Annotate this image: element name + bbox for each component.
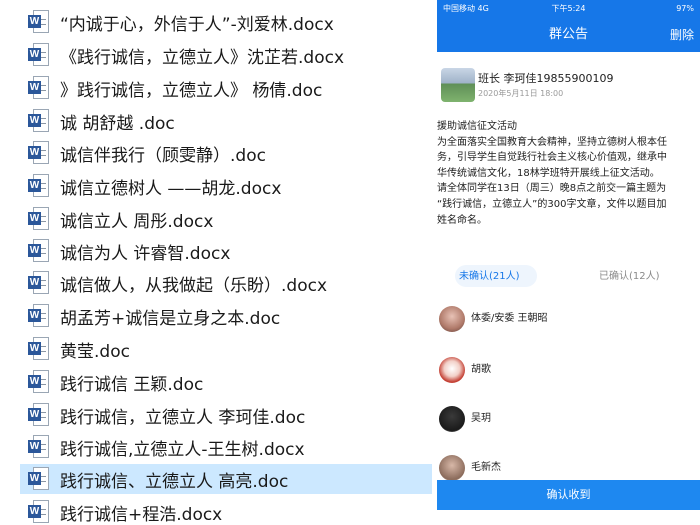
- file-list-pane: W “内诚于心，外信于人”-刘爱林.docx W 《践行诚信，立德立人》沈芷若.doc…: [0, 0, 434, 525]
- file-name: 践行诚信,立德立人-王生树.docx: [60, 439, 305, 460]
- avatar: [439, 406, 465, 432]
- word-document-icon: W: [28, 43, 50, 67]
- word-document-icon: W: [28, 304, 50, 328]
- status-time: 下午5:24: [551, 4, 586, 13]
- file-row[interactable]: W 践行诚信，立德立人 李珂佳.doc: [20, 400, 432, 430]
- word-document-icon: W: [28, 76, 50, 100]
- member-row[interactable]: 体委/安委 王朝昭: [437, 305, 700, 335]
- file-row[interactable]: W 诚信立德树人 ——胡龙.docx: [20, 171, 432, 201]
- announcement-line: 请全体同学在13日（周三）晚8点之前交一篇主题为: [437, 183, 667, 195]
- phone-screen: 中国移动 4G 下午5:24 97% 群公告 删除 班长 李珂佳19855900…: [437, 0, 700, 525]
- member-name: 毛新杰: [471, 462, 501, 473]
- file-row[interactable]: W “内诚于心，外信于人”-刘爱林.docx: [20, 7, 432, 37]
- file-name: 践行诚信、立德立人 高亮.doc: [60, 471, 289, 492]
- word-document-icon: W: [28, 435, 50, 459]
- avatar: [439, 357, 465, 383]
- word-document-icon: W: [28, 174, 50, 198]
- announcement-line: 务，引导学生自觉践行社会主义核心价值观，继承中: [437, 152, 667, 164]
- announcement-line: 华传统诚信文化，18林学班特开展线上征文活动。: [437, 167, 660, 179]
- post-date: 2020年5月11日 18:00: [478, 89, 564, 98]
- member-name: 胡歌: [471, 364, 491, 375]
- status-bar: 中国移动 4G 下午5:24 97%: [437, 0, 700, 18]
- battery-label: 97%: [676, 4, 694, 13]
- word-document-icon: W: [28, 500, 50, 524]
- file-row[interactable]: W 践行诚信,立德立人-王生树.docx: [20, 432, 432, 462]
- avatar: [439, 306, 465, 332]
- file-row[interactable]: W 践行诚信+程浩.docx: [20, 497, 432, 525]
- file-name: 践行诚信 王颖.doc: [60, 374, 204, 395]
- announcement-body: 援助诚信征文活动为全面落实全国教育大会精神，坚持立德树人根本任 务，引导学生自觉践…: [437, 119, 700, 228]
- word-document-icon: W: [28, 207, 50, 231]
- file-row[interactable]: W 践行诚信、立德立人 高亮.doc: [20, 464, 432, 494]
- file-name: 践行诚信+程浩.docx: [60, 504, 223, 525]
- tab-unconfirmed[interactable]: 未确认(21人): [459, 263, 520, 291]
- confirm-tabs: 未确认(21人) 已确认(12人): [437, 263, 700, 291]
- file-name: 诚信伴我行（顾雯静）.doc: [60, 145, 266, 166]
- author-name: 班长 李珂佳19855900109: [478, 72, 614, 85]
- file-name: 黄莹.doc: [60, 341, 130, 362]
- word-document-icon: W: [28, 141, 50, 165]
- file-name: “内诚于心，外信于人”-刘爱林.docx: [60, 14, 334, 35]
- file-name: 诚信做人，从我做起（乐盼）.docx: [60, 275, 328, 296]
- word-document-icon: W: [28, 109, 50, 133]
- word-document-icon: W: [28, 467, 50, 491]
- file-name: 》践行诚信，立德立人》 杨倩.doc: [60, 80, 323, 101]
- word-document-icon: W: [28, 239, 50, 263]
- announcement-line: 援助诚信征文活动: [437, 121, 517, 132]
- page-title: 群公告: [548, 27, 588, 42]
- file-row[interactable]: W 诚 胡舒越 .doc: [20, 106, 432, 136]
- file-row[interactable]: W 胡孟芳+诚信是立身之本.doc: [20, 301, 432, 331]
- word-document-icon: W: [28, 10, 50, 34]
- file-row[interactable]: W 诚信立人 周彤.docx: [20, 204, 432, 234]
- word-document-icon: W: [28, 337, 50, 361]
- file-row[interactable]: W 诚信为人 许睿智.docx: [20, 236, 432, 266]
- confirm-receipt-button[interactable]: 确认收到: [437, 480, 700, 510]
- announcement-line: 姓名命名。: [437, 214, 487, 226]
- word-document-icon: W: [28, 403, 50, 427]
- file-name: 胡孟芳+诚信是立身之本.doc: [60, 308, 281, 329]
- file-name: 《践行诚信，立德立人》沈芷若.docx: [60, 47, 345, 68]
- file-name: 诚信为人 许睿智.docx: [60, 243, 231, 264]
- file-name: 诚 胡舒越 .doc: [60, 113, 175, 134]
- file-row[interactable]: W 践行诚信 王颖.doc: [20, 367, 432, 397]
- member-name: 吴玥: [471, 413, 491, 424]
- file-name: 诚信立德树人 ——胡龙.docx: [60, 178, 282, 199]
- file-name: 践行诚信，立德立人 李珂佳.doc: [60, 407, 306, 428]
- file-row[interactable]: W 诚信做人，从我做起（乐盼）.docx: [20, 268, 432, 298]
- nav-bar: 群公告 删除: [437, 18, 700, 52]
- tab-confirmed[interactable]: 已确认(12人): [599, 263, 660, 291]
- announcement-line: 为全面落实全国教育大会精神，坚持立德树人根本任: [437, 136, 667, 148]
- avatar: [439, 455, 465, 481]
- announcement-line: “践行诚信，立德立人”的300字文章，文件以题目加: [437, 198, 667, 210]
- author-avatar: [441, 68, 475, 102]
- file-row[interactable]: W 黄莹.doc: [20, 334, 432, 364]
- member-row[interactable]: 胡歌: [437, 356, 700, 386]
- word-document-icon: W: [28, 271, 50, 295]
- delete-button[interactable]: 删除: [670, 18, 694, 52]
- file-name: 诚信立人 周彤.docx: [60, 211, 214, 232]
- file-row[interactable]: W 》践行诚信，立德立人》 杨倩.doc: [20, 73, 432, 103]
- file-row[interactable]: W 《践行诚信，立德立人》沈芷若.docx: [20, 40, 432, 70]
- word-document-icon: W: [28, 370, 50, 394]
- member-row[interactable]: 吴玥: [437, 405, 700, 435]
- file-row[interactable]: W 诚信伴我行（顾雯静）.doc: [20, 138, 432, 168]
- member-name: 体委/安委 王朝昭: [471, 313, 548, 324]
